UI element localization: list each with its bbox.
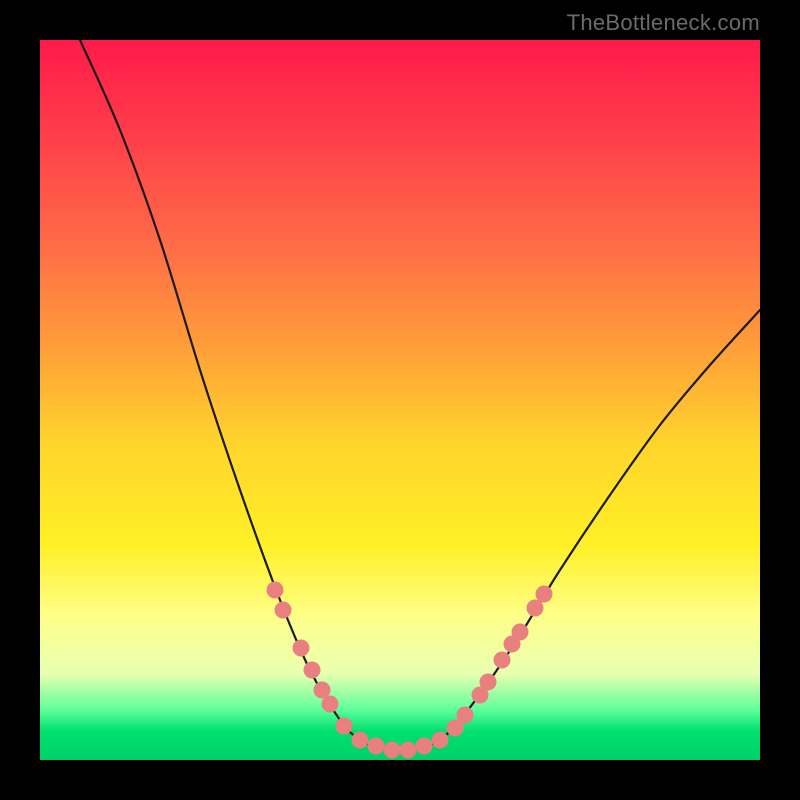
marker-dot bbox=[352, 732, 369, 749]
marker-dot bbox=[293, 640, 310, 657]
bottleneck-curve bbox=[80, 40, 760, 750]
marker-dot bbox=[457, 707, 474, 724]
marker-dot bbox=[480, 674, 497, 691]
marker-dot bbox=[527, 600, 544, 617]
marker-dot bbox=[494, 652, 511, 669]
marker-dot bbox=[536, 586, 553, 603]
curve-overlay bbox=[40, 40, 760, 760]
marker-dot bbox=[322, 696, 339, 713]
chart-frame: TheBottleneck.com bbox=[0, 0, 800, 800]
marker-dot bbox=[336, 718, 353, 735]
marker-dot bbox=[304, 662, 321, 679]
marker-dot bbox=[275, 602, 292, 619]
plot-area bbox=[40, 40, 760, 760]
marker-dot bbox=[400, 742, 417, 759]
marker-dot bbox=[368, 738, 385, 755]
marker-dot bbox=[267, 582, 284, 599]
watermark-text: TheBottleneck.com bbox=[567, 10, 760, 36]
curve-markers bbox=[267, 582, 553, 759]
marker-dot bbox=[512, 624, 529, 641]
marker-dot bbox=[384, 742, 401, 759]
marker-dot bbox=[432, 732, 449, 749]
marker-dot bbox=[416, 738, 433, 755]
